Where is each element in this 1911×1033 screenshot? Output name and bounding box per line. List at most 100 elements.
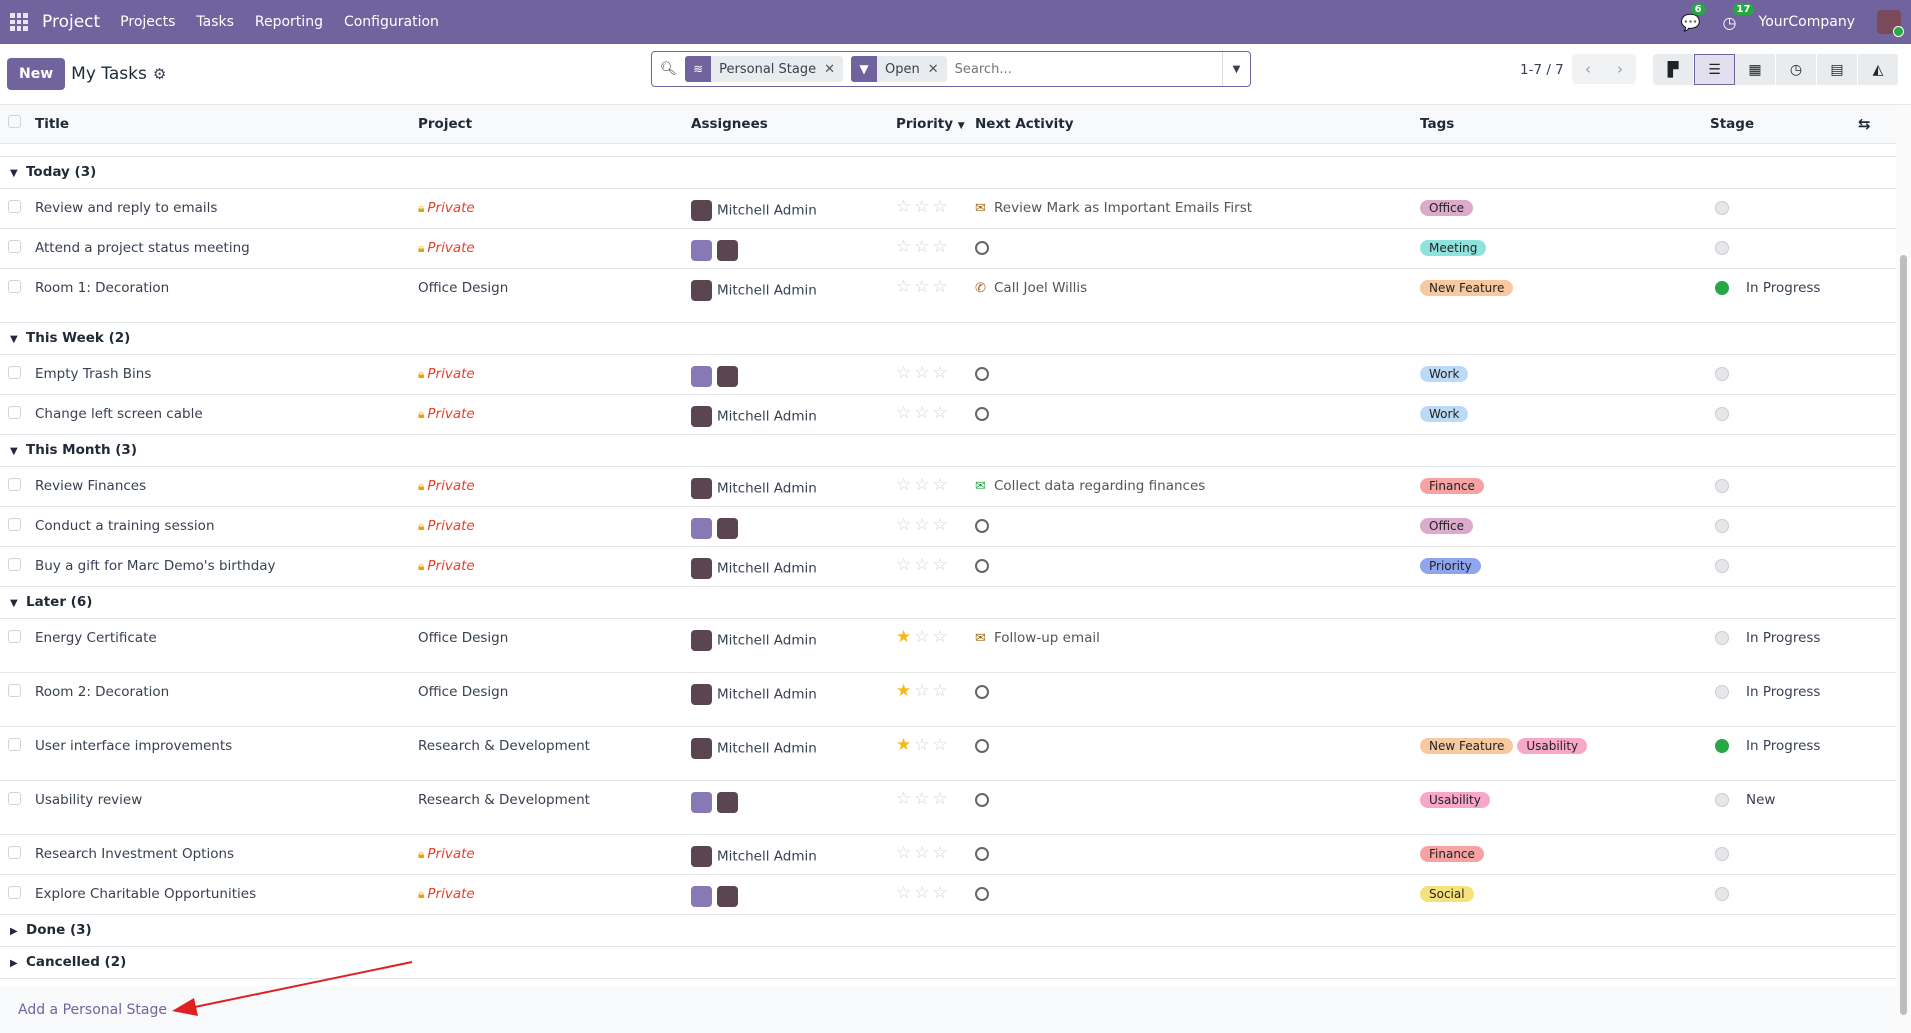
table-row[interactable]: Explore Charitable Opportunities 🔒︎ Privat… (0, 874, 1896, 915)
priority-star-icon[interactable]: ☆ (914, 277, 929, 297)
list-view-icon[interactable]: ☰ (1694, 54, 1735, 85)
activity-view-icon[interactable]: ◷ (1776, 54, 1817, 85)
priority-star-icon[interactable]: ☆ (933, 735, 948, 755)
priority-star-icon[interactable]: ☆ (933, 363, 948, 383)
task-title[interactable]: Usability review (35, 792, 142, 808)
row-checkbox[interactable] (8, 405, 21, 419)
menu-configuration[interactable]: Configuration (344, 14, 439, 30)
pager-value[interactable]: 1-7 / 7 (1520, 62, 1564, 78)
phone-icon[interactable]: ✆ (975, 281, 991, 296)
table-row[interactable]: Attend a project status meeting 🔒︎ Private… (0, 228, 1896, 269)
task-title[interactable]: Conduct a training session (35, 518, 215, 534)
task-title[interactable]: Buy a gift for Marc Demo's birthday (35, 558, 276, 574)
table-row[interactable]: User interface improvements Research & De… (0, 726, 1896, 781)
task-title[interactable]: Research Investment Options (35, 846, 234, 862)
priority-star-icon[interactable]: ☆ (933, 515, 948, 535)
clock-icon[interactable] (975, 684, 989, 699)
kanban-state-icon[interactable] (1715, 478, 1729, 493)
group-header[interactable]: ▼ This Week (2) (0, 322, 1896, 355)
clock-icon[interactable] (975, 558, 989, 573)
group-header[interactable]: ▶ Done (3) (0, 914, 1896, 947)
kanban-state-icon[interactable] (1715, 406, 1729, 421)
task-title[interactable]: Review Finances (35, 478, 146, 494)
table-row[interactable]: Energy Certificate Office Design Mitchell … (0, 618, 1896, 673)
search-input[interactable] (954, 61, 1222, 77)
priority-star-icon[interactable]: ☆ (896, 237, 911, 257)
activity-summary[interactable]: Collect data regarding finances (994, 478, 1205, 494)
priority-star-icon[interactable]: ☆ (896, 363, 911, 383)
row-checkbox[interactable] (8, 629, 21, 643)
clock-icon[interactable] (975, 518, 989, 533)
row-checkbox[interactable] (8, 885, 21, 899)
table-row[interactable]: Room 1: Decoration Office Design Mitchell … (0, 268, 1896, 323)
row-checkbox[interactable] (8, 365, 21, 379)
apps-menu-icon[interactable] (10, 13, 28, 31)
priority-star-icon[interactable]: ★ (896, 681, 911, 701)
priority-star-icon[interactable]: ☆ (896, 515, 911, 535)
email-icon[interactable]: ✉ (975, 201, 991, 216)
priority-star-icon[interactable]: ☆ (914, 515, 929, 535)
optional-columns-icon[interactable]: ⇆ (1858, 105, 1896, 144)
priority-star-icon[interactable]: ☆ (933, 197, 948, 217)
column-project[interactable]: Project (418, 105, 691, 144)
priority-star-icon[interactable]: ☆ (914, 789, 929, 809)
priority-star-icon[interactable]: ☆ (914, 475, 929, 495)
column-priority[interactable]: Priority ▼ (896, 105, 975, 144)
calendar-view-icon[interactable]: ▦ (1735, 54, 1776, 85)
kanban-state-icon[interactable] (1715, 846, 1729, 861)
kanban-state-icon[interactable] (1715, 280, 1729, 295)
app-brand[interactable]: Project (42, 12, 100, 32)
table-row[interactable]: Research Investment Options 🔒︎ Private Mitc… (0, 834, 1896, 875)
task-title[interactable]: Change left screen cable (35, 406, 203, 422)
project-name[interactable]: Research & Development (418, 738, 590, 754)
row-checkbox[interactable] (8, 737, 21, 751)
row-checkbox[interactable] (8, 791, 21, 805)
activity-summary[interactable]: Review Mark as Important Emails First (994, 200, 1252, 216)
kanban-state-icon[interactable] (1715, 792, 1729, 807)
clock-icon[interactable] (975, 738, 989, 753)
priority-star-icon[interactable]: ☆ (933, 237, 948, 257)
clock-icon[interactable] (975, 366, 989, 381)
remove-facet-icon[interactable]: ✕ (928, 62, 947, 77)
priority-star-icon[interactable]: ☆ (914, 843, 929, 863)
task-title[interactable]: Room 2: Decoration (35, 684, 169, 700)
priority-star-icon[interactable]: ☆ (933, 883, 948, 903)
pager-previous-icon[interactable]: ‹ (1572, 54, 1604, 84)
column-next-activity[interactable]: Next Activity (975, 105, 1420, 144)
project-name[interactable]: Office Design (418, 630, 508, 646)
kanban-state-icon[interactable] (1715, 200, 1729, 215)
menu-tasks[interactable]: Tasks (196, 14, 234, 30)
select-all-checkbox[interactable] (8, 115, 21, 129)
priority-star-icon[interactable]: ☆ (914, 363, 929, 383)
priority-star-icon[interactable]: ☆ (914, 197, 929, 217)
kanban-state-icon[interactable] (1715, 558, 1729, 573)
kanban-state-icon[interactable] (1715, 518, 1729, 533)
priority-star-icon[interactable]: ☆ (896, 197, 911, 217)
row-checkbox[interactable] (8, 557, 21, 571)
add-personal-stage-link[interactable]: Add a Personal Stage (18, 1002, 167, 1018)
kanban-state-icon[interactable] (1715, 366, 1729, 381)
activity-summary[interactable]: Call Joel Willis (994, 280, 1087, 296)
priority-star-icon[interactable]: ☆ (914, 627, 929, 647)
clock-icon[interactable] (975, 792, 989, 807)
priority-star-icon[interactable]: ☆ (914, 237, 929, 257)
email-icon[interactable]: ✉ (975, 631, 991, 646)
kanban-state-icon[interactable] (1715, 738, 1729, 753)
priority-star-icon[interactable]: ☆ (933, 843, 948, 863)
row-checkbox[interactable] (8, 517, 21, 531)
search-options-toggle[interactable]: ▼ (1222, 52, 1250, 86)
clock-icon[interactable] (975, 886, 989, 901)
row-checkbox[interactable] (8, 683, 21, 697)
priority-star-icon[interactable]: ★ (896, 627, 911, 647)
priority-star-icon[interactable]: ★ (896, 735, 911, 755)
group-header[interactable]: ▶ Cancelled (2) (0, 946, 1896, 979)
priority-star-icon[interactable]: ☆ (896, 277, 911, 297)
graph-view-icon[interactable]: ◭ (1858, 54, 1899, 85)
task-title[interactable]: Review and reply to emails (35, 200, 217, 216)
remove-facet-icon[interactable]: ✕ (824, 62, 843, 77)
priority-star-icon[interactable]: ☆ (914, 555, 929, 575)
pivot-view-icon[interactable]: ▤ (1817, 54, 1858, 85)
priority-star-icon[interactable]: ☆ (933, 277, 948, 297)
priority-star-icon[interactable]: ☆ (933, 475, 948, 495)
task-title[interactable]: Energy Certificate (35, 630, 157, 646)
